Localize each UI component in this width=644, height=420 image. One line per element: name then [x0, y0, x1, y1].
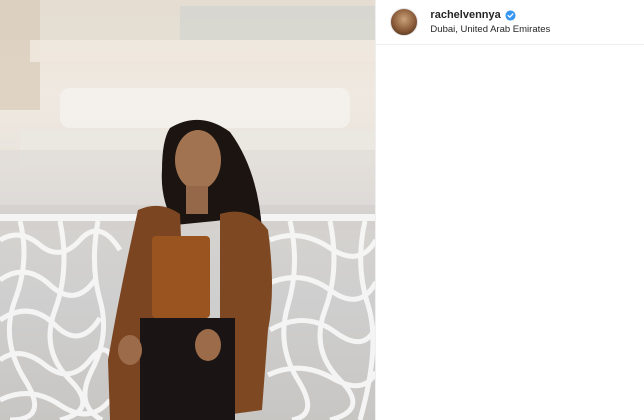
- instagram-post: rachelvennya Dubai, United Arab Emirates: [0, 0, 644, 420]
- post-meta: rachelvennya Dubai, United Arab Emirates: [430, 9, 550, 36]
- profile-avatar[interactable]: [390, 8, 419, 36]
- post-photo[interactable]: [0, 0, 376, 420]
- location-link[interactable]: Dubai, United Arab Emirates: [430, 23, 550, 36]
- post-header: rachelvennya Dubai, United Arab Emirates: [376, 0, 644, 45]
- username-link[interactable]: rachelvennya: [430, 9, 500, 22]
- verified-badge-icon: [505, 9, 516, 21]
- photo-scene: [0, 0, 376, 420]
- post-side-panel: rachelvennya Dubai, United Arab Emirates: [375, 0, 644, 420]
- username-row: rachelvennya: [430, 9, 550, 22]
